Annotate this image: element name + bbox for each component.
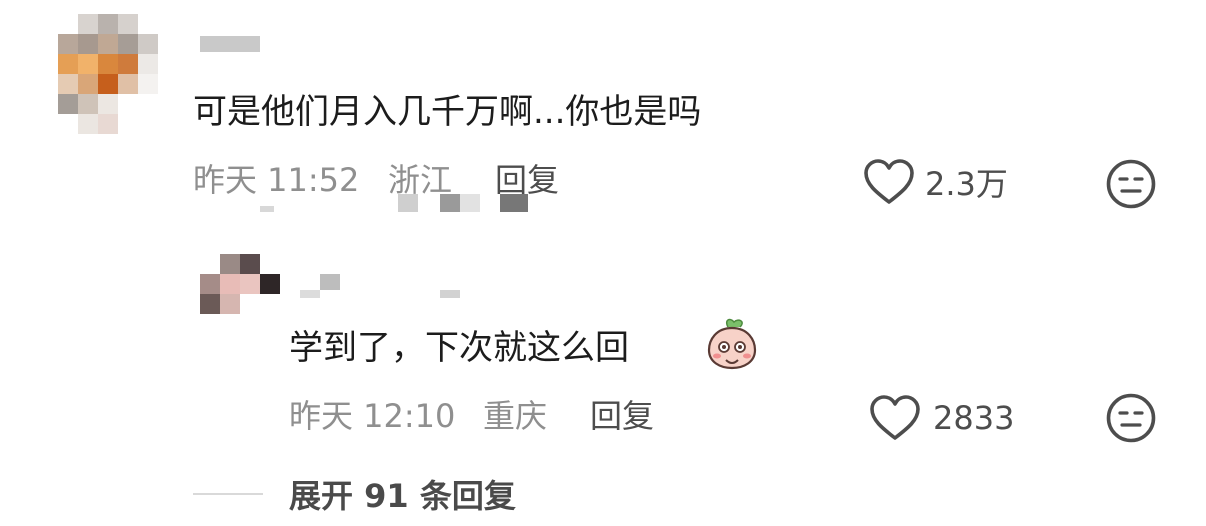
reply-button[interactable]: 回复 — [495, 160, 559, 200]
avatar[interactable] — [58, 14, 158, 134]
comment-time: 昨天 11:52 — [193, 161, 360, 199]
username-blurred[interactable] — [320, 274, 340, 290]
expand-divider — [193, 493, 263, 495]
avatar[interactable] — [200, 254, 280, 314]
blur-patch — [440, 194, 460, 212]
heart-outline-icon[interactable] — [869, 394, 921, 442]
reply-text: 学到了，下次就这么回 — [289, 328, 629, 368]
like-count: 2833 — [933, 399, 1015, 437]
like-count: 2.3万 — [925, 165, 1008, 203]
username-blurred[interactable] — [440, 290, 460, 298]
peach-blush-emoji — [706, 316, 758, 370]
comment-text: 可是他们月入几千万啊...你也是吗 — [193, 92, 702, 132]
username-blurred[interactable] — [300, 290, 320, 298]
reply-time: 昨天 12:10 — [289, 397, 456, 435]
meh-face-icon[interactable] — [1105, 392, 1157, 444]
blur-patch — [460, 194, 480, 212]
reply-button[interactable]: 回复 — [590, 396, 654, 436]
meh-face-icon[interactable] — [1105, 158, 1157, 210]
blur-patch — [260, 206, 274, 212]
username-blurred[interactable] — [200, 36, 260, 52]
reply-location: 重庆 — [483, 397, 548, 435]
heart-outline-icon[interactable] — [863, 158, 915, 206]
expand-replies-button[interactable]: 展开 91 条回复 — [289, 476, 516, 516]
blur-patch — [398, 194, 418, 212]
